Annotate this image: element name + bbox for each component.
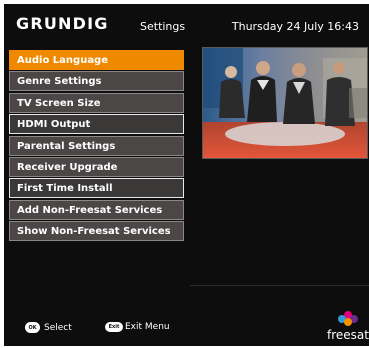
menu-item-add-non-freesat-services[interactable]: Add Non-Freesat Services <box>9 199 184 220</box>
menu-item-hdmi-output[interactable]: HDMI Output <box>9 114 184 135</box>
menu-item-label: First Time Install <box>17 183 113 195</box>
select-hint: OK Select <box>25 322 72 333</box>
ok-button-icon: OK <box>25 322 40 333</box>
settings-menu: Audio Language Genre Settings TV Screen … <box>9 50 184 243</box>
menu-item-label: HDMI Output <box>17 119 91 131</box>
menu-item-label: Add Non-Freesat Services <box>17 204 163 216</box>
menu-item-audio-language[interactable]: Audio Language <box>9 50 184 70</box>
menu-item-parental-settings[interactable]: Parental Settings <box>9 135 184 156</box>
menu-item-label: Genre Settings <box>17 76 102 88</box>
page-title: Settings <box>140 20 186 33</box>
tv-preview-image <box>203 48 367 158</box>
menu-item-label: Receiver Upgrade <box>17 161 118 173</box>
tv-screen: GRUNDIG Settings Thursday 24 July 16:43 … <box>4 4 369 346</box>
menu-item-genre-settings[interactable]: Genre Settings <box>9 71 184 92</box>
menu-item-label: TV Screen Size <box>17 97 101 109</box>
exit-label: Exit Menu <box>125 322 170 332</box>
footer: OK Select Exit Exit Menu freesat <box>4 300 369 346</box>
menu-item-label: Show Non-Freesat Services <box>17 226 171 238</box>
freesat-flower-icon <box>338 311 358 326</box>
menu-item-label: Audio Language <box>17 55 109 66</box>
brand-logo: GRUNDIG <box>16 14 109 33</box>
menu-item-first-time-install[interactable]: First Time Install <box>9 178 184 199</box>
tv-preview-window <box>202 47 368 159</box>
menu-item-label: Parental Settings <box>17 140 116 152</box>
header: GRUNDIG Settings Thursday 24 July 16:43 <box>4 4 369 42</box>
freesat-logo: freesat <box>325 308 369 342</box>
menu-item-receiver-upgrade[interactable]: Receiver Upgrade <box>9 156 184 177</box>
select-label: Select <box>44 322 72 333</box>
footer-divider <box>190 285 369 286</box>
freesat-wordmark: freesat <box>327 328 369 342</box>
menu-item-show-non-freesat-services[interactable]: Show Non-Freesat Services <box>9 221 184 242</box>
exit-hint: Exit Exit Menu <box>105 322 170 332</box>
exit-button-icon: Exit <box>105 322 123 332</box>
datetime: Thursday 24 July 16:43 <box>231 20 359 33</box>
menu-item-tv-screen-size[interactable]: TV Screen Size <box>9 92 184 113</box>
